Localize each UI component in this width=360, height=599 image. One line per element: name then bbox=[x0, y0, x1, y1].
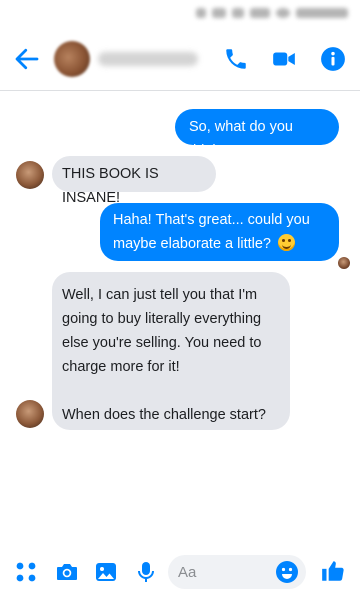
message-line: going to buy literally everything bbox=[62, 311, 262, 327]
message-line: Well, I can just tell you that I'm bbox=[62, 287, 258, 303]
message-line: charge more for it! bbox=[62, 359, 180, 375]
microphone-icon[interactable] bbox=[134, 560, 158, 584]
back-arrow-icon[interactable] bbox=[12, 44, 42, 74]
message-incoming[interactable]: THIS BOOK IS INSANE! bbox=[52, 156, 216, 206]
camera-icon[interactable] bbox=[55, 560, 79, 584]
contact-name[interactable] bbox=[98, 52, 198, 66]
photo-icon[interactable] bbox=[94, 560, 118, 584]
conversation-header bbox=[0, 28, 360, 91]
message-incoming[interactable]: Well, I can just tell you that I'm going… bbox=[52, 272, 290, 430]
message-input[interactable] bbox=[168, 555, 268, 589]
message-line-text: maybe elaborate a little? bbox=[113, 236, 271, 252]
message-outgoing[interactable]: Haha! That's great... could you maybe el… bbox=[100, 203, 339, 261]
phone-icon[interactable] bbox=[223, 46, 249, 72]
sender-avatar[interactable] bbox=[16, 400, 44, 428]
contact-avatar[interactable] bbox=[54, 41, 90, 77]
like-icon[interactable] bbox=[320, 558, 346, 584]
status-icons bbox=[178, 6, 348, 20]
message-line: else you're selling. You need to bbox=[62, 335, 262, 351]
message-line: maybe elaborate a little? bbox=[113, 232, 326, 256]
message-thread[interactable]: So, what do you think? THIS BOOK IS INSA… bbox=[0, 91, 360, 541]
seen-avatar bbox=[338, 257, 350, 269]
message-line: Haha! That's great... could you bbox=[113, 212, 310, 228]
status-bar bbox=[0, 0, 360, 28]
message-line bbox=[62, 379, 280, 403]
message-input-wrapper[interactable] bbox=[168, 555, 306, 589]
emoji-icon[interactable] bbox=[275, 560, 299, 584]
message-line: When does the challenge start? bbox=[62, 407, 266, 423]
info-icon[interactable] bbox=[320, 46, 346, 72]
video-camera-icon[interactable] bbox=[271, 46, 297, 72]
apps-icon[interactable] bbox=[14, 560, 38, 584]
message-composer bbox=[0, 546, 360, 599]
laughing-emoji-icon bbox=[278, 234, 296, 251]
message-outgoing[interactable]: So, what do you think? bbox=[175, 109, 339, 159]
sender-avatar[interactable] bbox=[16, 161, 44, 189]
